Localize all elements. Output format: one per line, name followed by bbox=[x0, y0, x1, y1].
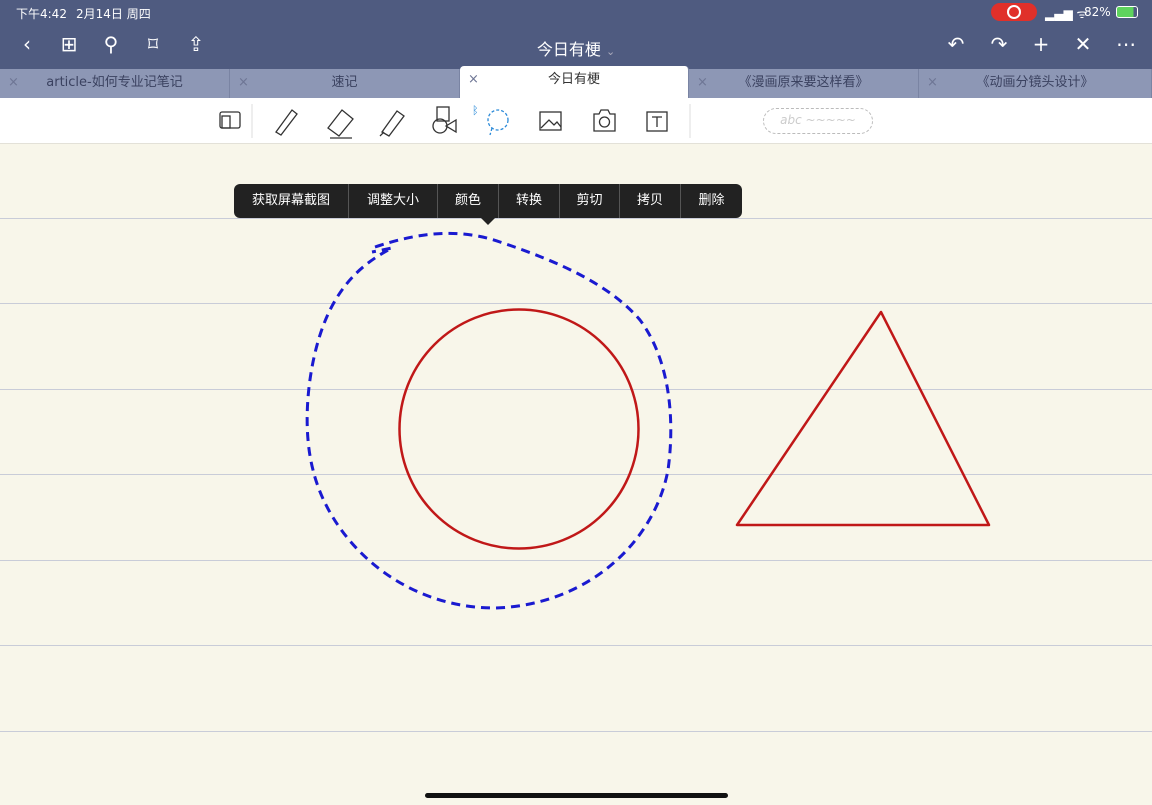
close-icon[interactable]: × bbox=[927, 69, 938, 97]
top-bar: 下午4:42 2月14日 周四 ▂▄▆ ᯤ 82% ‹ ⊞ ⚲ ⌑ ⇪ 今日有梗… bbox=[0, 0, 1152, 70]
more-icon[interactable]: ⋯ bbox=[1114, 32, 1138, 56]
tab-today[interactable]: × 今日有梗 bbox=[460, 66, 689, 98]
close-icon[interactable]: × bbox=[238, 69, 249, 97]
add-icon[interactable]: + bbox=[1029, 32, 1053, 56]
text-box-icon[interactable] bbox=[647, 112, 667, 131]
ruled-line bbox=[0, 645, 1152, 646]
ruled-line bbox=[0, 218, 1152, 219]
title-text: 今日有梗 bbox=[537, 40, 601, 59]
eraser-icon[interactable] bbox=[328, 110, 353, 138]
close-icon[interactable]: × bbox=[8, 69, 19, 97]
tool-bar: ᛒ abc ~~~~~ bbox=[0, 98, 1152, 144]
close-icon[interactable]: × bbox=[697, 69, 708, 97]
screen-record-icon[interactable] bbox=[991, 3, 1037, 21]
close-icon[interactable]: × bbox=[468, 66, 479, 94]
red-triangle-drawing[interactable] bbox=[737, 312, 989, 525]
shapes-icon[interactable] bbox=[433, 107, 456, 133]
menu-resize[interactable]: 调整大小 bbox=[349, 184, 438, 218]
tab-article[interactable]: × article-如何专业记笔记 bbox=[0, 69, 230, 98]
menu-screenshot[interactable]: 获取屏幕截图 bbox=[234, 184, 349, 218]
red-circle-drawing[interactable] bbox=[400, 310, 639, 549]
redo-icon[interactable]: ↷ bbox=[987, 32, 1011, 56]
tab-label: 速记 bbox=[331, 75, 357, 90]
bluetooth-icon: ᛒ bbox=[472, 104, 479, 117]
ruled-line bbox=[0, 560, 1152, 561]
menu-convert[interactable]: 转换 bbox=[499, 184, 560, 218]
menu-color[interactable]: 颜色 bbox=[438, 184, 499, 218]
tab-label: 今日有梗 bbox=[548, 72, 600, 87]
tab-label: article-如何专业记笔记 bbox=[46, 75, 182, 90]
battery-icon bbox=[1116, 6, 1138, 18]
context-menu: 获取屏幕截图 调整大小 颜色 转换 剪切 拷贝 删除 bbox=[234, 184, 742, 218]
camera-icon[interactable] bbox=[594, 110, 615, 131]
read-mode-icon[interactable] bbox=[220, 112, 240, 128]
tab-suji[interactable]: × 速记 bbox=[230, 69, 460, 98]
battery-percent: 82% bbox=[1084, 5, 1111, 19]
menu-delete[interactable]: 删除 bbox=[681, 184, 742, 218]
menu-copy[interactable]: 拷贝 bbox=[620, 184, 681, 218]
highlighter-icon[interactable] bbox=[380, 111, 404, 136]
tab-bar: × article-如何专业记笔记 × 速记 × 今日有梗 × 《漫画原来要这样看》 ×… bbox=[0, 69, 1152, 98]
pen-icon[interactable] bbox=[276, 110, 297, 135]
handwriting-input[interactable]: abc ~~~~~ bbox=[763, 108, 873, 134]
tab-animation[interactable]: × 《动画分镜头设计》 bbox=[919, 69, 1152, 98]
ruled-line bbox=[0, 731, 1152, 732]
menu-cut[interactable]: 剪切 bbox=[560, 184, 620, 218]
ruled-line bbox=[0, 474, 1152, 475]
ruled-line bbox=[0, 389, 1152, 390]
status-date: 2月14日 周四 bbox=[76, 5, 151, 22]
tab-manga[interactable]: × 《漫画原来要这样看》 bbox=[689, 69, 919, 98]
image-icon[interactable] bbox=[540, 112, 561, 130]
lasso-icon[interactable] bbox=[488, 110, 508, 135]
lasso-selection[interactable] bbox=[307, 233, 671, 608]
undo-icon[interactable]: ↶ bbox=[944, 32, 968, 56]
signal-wifi-icon: ▂▄▆ ᯤ bbox=[1045, 5, 1087, 22]
tab-label: 《动画分镜头设计》 bbox=[976, 75, 1093, 90]
status-time: 下午4:42 bbox=[16, 5, 67, 22]
pen-off-icon[interactable]: ✕ bbox=[1071, 32, 1095, 56]
menu-pointer bbox=[480, 217, 496, 225]
tab-label: 《漫画原来要这样看》 bbox=[738, 75, 868, 90]
home-indicator[interactable] bbox=[425, 793, 728, 798]
ruled-line bbox=[0, 303, 1152, 304]
chevron-down-icon: ⌄ bbox=[606, 45, 615, 58]
document-title[interactable]: 今日有梗 ⌄ bbox=[0, 36, 1152, 60]
